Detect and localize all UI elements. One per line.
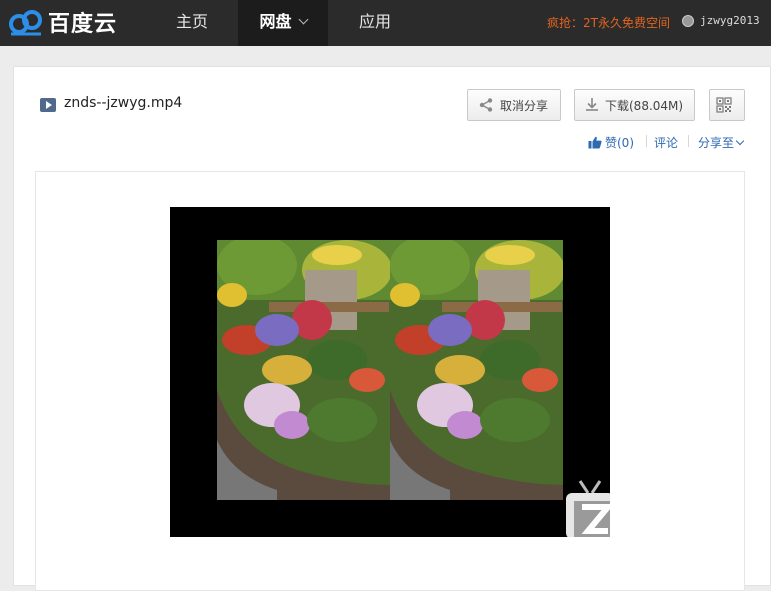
download-label: 下载(88.04M) bbox=[605, 98, 684, 113]
nav-home-label: 主页 bbox=[175, 12, 208, 31]
file-name: znds--jzwyg.mp4 bbox=[64, 95, 183, 111]
chevron-down-icon bbox=[298, 14, 308, 25]
comment-link[interactable]: 评论 bbox=[654, 134, 678, 151]
chevron-down-icon bbox=[735, 136, 745, 146]
garden-video-image bbox=[217, 240, 563, 500]
baidu-cloud-logo[interactable]: 百度云 bbox=[8, 6, 117, 38]
nav-home[interactable]: 主页 bbox=[148, 0, 236, 46]
video-frame bbox=[217, 240, 563, 500]
divider bbox=[646, 135, 647, 147]
nav-netdisk[interactable]: 网盘 bbox=[238, 0, 328, 46]
unshare-button[interactable]: 取消分享 bbox=[467, 89, 561, 121]
share-to-menu[interactable]: 分享至 bbox=[698, 134, 745, 151]
promo-link[interactable]: 疯抢：2T永久免费空间 bbox=[547, 14, 670, 31]
nav-apps[interactable]: 应用 bbox=[330, 0, 420, 46]
like-label: 赞(0) bbox=[605, 136, 634, 150]
cloud-logo-icon bbox=[9, 10, 42, 36]
video-player[interactable] bbox=[170, 207, 610, 537]
logo-text: 百度云 bbox=[48, 12, 118, 37]
username: jzwyg2013 bbox=[700, 14, 760, 27]
share-to-label: 分享至 bbox=[698, 136, 735, 150]
like-button[interactable]: 赞(0) bbox=[588, 134, 634, 151]
nav-apps-label: 应用 bbox=[358, 12, 391, 31]
tv-watermark-icon bbox=[566, 480, 610, 537]
user-menu[interactable]: jzwyg2013 bbox=[682, 14, 760, 27]
avatar bbox=[682, 14, 694, 27]
download-icon bbox=[586, 98, 598, 111]
video-file-icon bbox=[40, 98, 56, 112]
divider bbox=[688, 135, 689, 147]
share-icon bbox=[479, 98, 493, 112]
thumbs-up-icon bbox=[588, 136, 602, 149]
video-preview-container bbox=[35, 171, 745, 591]
qr-code-button[interactable] bbox=[709, 89, 745, 121]
share-page-card: znds--jzwyg.mp4 取消分享 下载(88.04M) 赞(0) 评论 bbox=[13, 66, 771, 591]
download-button[interactable]: 下载(88.04M) bbox=[574, 89, 695, 121]
top-navigation-bar: 百度云 主页 网盘 应用 疯抢：2T永久免费空间 jzwyg2013 bbox=[0, 0, 771, 46]
nav-netdisk-label: 网盘 bbox=[259, 12, 292, 31]
qr-code-icon bbox=[716, 97, 732, 113]
unshare-label: 取消分享 bbox=[500, 98, 549, 113]
